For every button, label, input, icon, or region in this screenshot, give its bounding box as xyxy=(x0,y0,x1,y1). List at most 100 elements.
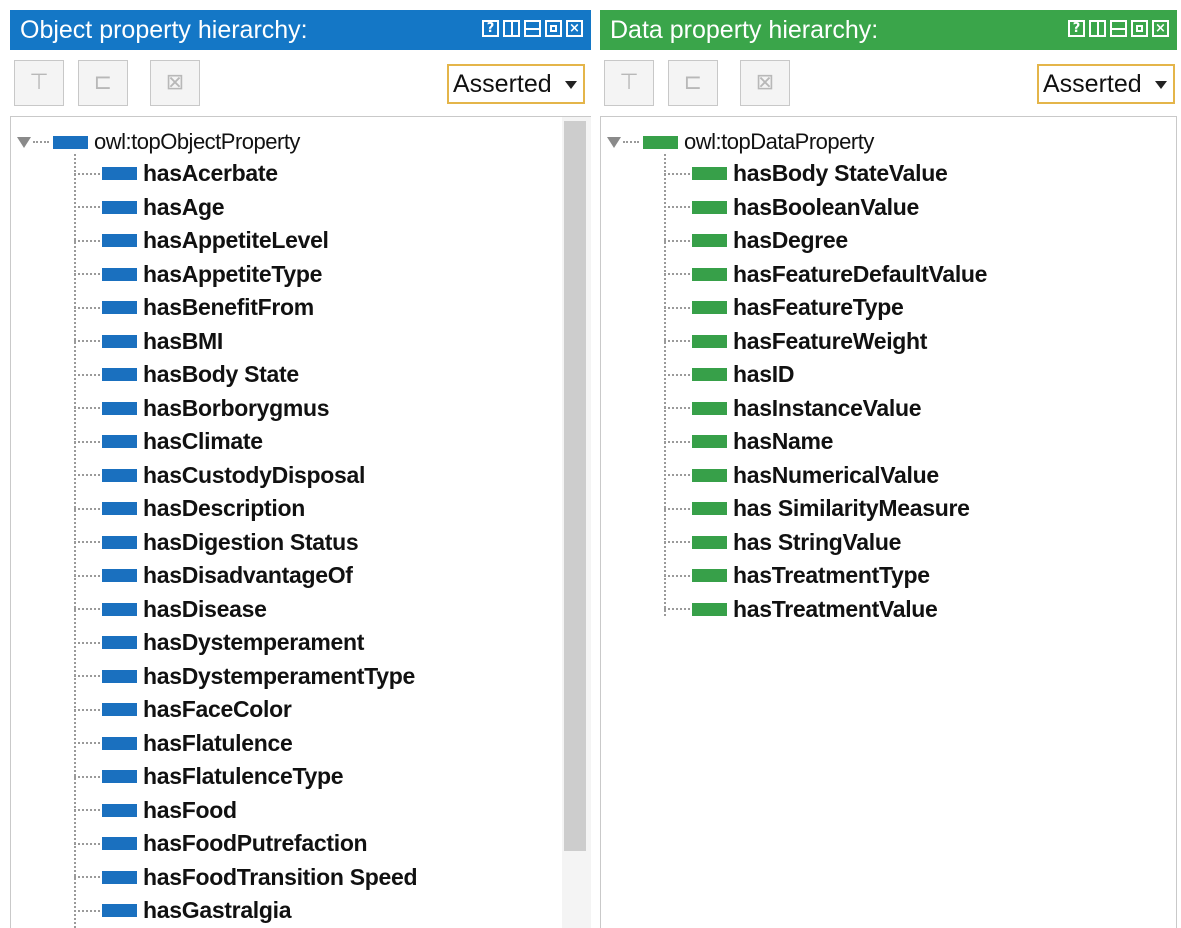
add-subproperty-button[interactable]: ⊤ xyxy=(14,60,64,106)
view-select[interactable]: Asserted xyxy=(1037,64,1175,104)
add-subproperty-icon: ⊤ xyxy=(29,70,49,95)
add-sibling-property-button[interactable]: ⊏ xyxy=(78,60,128,106)
chevron-down-icon xyxy=(1155,81,1167,89)
help-icon[interactable]: ? xyxy=(482,20,499,37)
tree-item[interactable]: hasFeatureType xyxy=(664,291,987,325)
object-property-icon xyxy=(102,669,137,683)
tree-item[interactable]: hasFaceColor xyxy=(74,693,417,727)
tree-item[interactable]: hasDystemperament xyxy=(74,626,417,660)
tree-item[interactable]: hasFoodPutrefaction xyxy=(74,827,417,861)
add-subproperty-button[interactable]: ⊤ xyxy=(604,60,654,106)
split-icon[interactable] xyxy=(1089,20,1106,37)
object-property-icon xyxy=(53,135,88,149)
tree-item[interactable]: hasDigestion Status xyxy=(74,526,417,560)
tree-item[interactable]: hasTreatmentType xyxy=(664,559,987,593)
tree-item[interactable]: hasAge xyxy=(74,191,417,225)
maximize-icon[interactable] xyxy=(545,20,562,37)
object-property-icon xyxy=(102,870,137,884)
tree-item[interactable]: hasBody StateValue xyxy=(664,157,987,191)
tree-item[interactable]: hasFlatulence xyxy=(74,727,417,761)
expand-triangle-icon[interactable] xyxy=(607,136,621,148)
object-property-icon xyxy=(102,703,137,717)
tree-item-label: hasDigestion Status xyxy=(143,528,359,555)
object-property-icon xyxy=(102,368,137,382)
object-property-icon xyxy=(102,401,137,415)
expand-triangle-icon[interactable] xyxy=(17,136,31,148)
tree-item[interactable]: hasDescription xyxy=(74,492,417,526)
data-property-icon xyxy=(692,301,727,315)
tree-item[interactable]: hasInstanceValue xyxy=(664,392,987,426)
object-property-tree: owl:topObjectProperty hasAcerbate hasAge h… xyxy=(10,116,591,928)
add-sibling-property-button[interactable]: ⊏ xyxy=(668,60,718,106)
tree-item[interactable]: hasAppetiteType xyxy=(74,258,417,292)
tree-item[interactable]: hasDystemperamentType xyxy=(74,660,417,694)
object-panel-titlebar: Object property hierarchy: ? × xyxy=(10,10,591,50)
split-icon[interactable] xyxy=(503,20,520,37)
object-property-icon xyxy=(102,435,137,449)
object-property-icon xyxy=(102,535,137,549)
tree-item[interactable]: has StringValue xyxy=(664,526,987,560)
minimize-icon[interactable] xyxy=(524,20,541,37)
tree-item[interactable]: hasNumericalValue xyxy=(664,459,987,493)
tree-item[interactable]: hasFoodTransition Speed xyxy=(74,861,418,895)
add-subproperty-icon: ⊤ xyxy=(619,70,639,95)
tree-item[interactable]: hasFeatureWeight xyxy=(664,325,987,359)
tree-item[interactable]: hasFeatureDefaultValue xyxy=(664,258,987,292)
tree-item-label: hasAge xyxy=(143,193,225,220)
tree-item[interactable]: hasDisease xyxy=(74,593,417,627)
object-property-icon xyxy=(102,200,137,214)
tree-item[interactable]: hasAppetiteLevel xyxy=(74,224,417,258)
tree-item[interactable]: hasName xyxy=(664,425,987,459)
tree-item[interactable]: hasDegree xyxy=(664,224,987,258)
delete-property-button[interactable]: ⊠ xyxy=(150,60,200,106)
tree-item[interactable]: hasAcerbate xyxy=(74,157,417,191)
tree-item[interactable]: hasTreatmentValue xyxy=(664,593,987,627)
tree-item-label: hasGastralgia xyxy=(143,897,292,924)
data-property-icon xyxy=(643,135,678,149)
tree-item-label: hasFlatulenceType xyxy=(143,763,344,790)
tree-root[interactable]: owl:topDataProperty xyxy=(607,127,874,157)
tree-item[interactable]: hasClimate xyxy=(74,425,417,459)
object-property-icon xyxy=(102,636,137,650)
tree-root-label: owl:topObjectProperty xyxy=(94,129,300,154)
tree-item-label: hasTreatmentValue xyxy=(733,595,938,622)
delete-property-button[interactable]: ⊠ xyxy=(740,60,790,106)
data-property-icon xyxy=(692,234,727,248)
tree-item-label: hasAppetiteLevel xyxy=(143,227,329,254)
tree-item[interactable]: hasBody State xyxy=(74,358,417,392)
tree-item-label: hasFaceColor xyxy=(143,696,292,723)
maximize-icon[interactable] xyxy=(1131,20,1148,37)
object-property-icon xyxy=(102,502,137,516)
object-property-icon xyxy=(102,569,137,583)
object-property-icon xyxy=(102,904,137,918)
tree-item[interactable]: hasCustodyDisposal xyxy=(74,459,417,493)
tree-item[interactable]: hasBooleanValue xyxy=(664,191,987,225)
tree-item-label: hasDisease xyxy=(143,595,267,622)
tree-item[interactable]: hasFlatulenceType xyxy=(74,760,417,794)
tree-item-label: hasFoodTransition Speed xyxy=(143,863,418,890)
tree-item-label: hasDystemperamentType xyxy=(143,662,415,689)
tree-item[interactable]: hasGastralgia xyxy=(74,894,417,928)
tree-item-label: hasBody StateValue xyxy=(733,160,948,187)
delete-property-icon: ⊠ xyxy=(755,70,775,95)
tree-root[interactable]: owl:topObjectProperty xyxy=(17,127,300,157)
tree-item[interactable]: has SimilarityMeasure xyxy=(664,492,987,526)
help-icon[interactable]: ? xyxy=(1068,20,1085,37)
view-select[interactable]: Asserted xyxy=(447,64,585,104)
data-property-icon xyxy=(692,535,727,549)
tree-item[interactable]: hasBMI xyxy=(74,325,417,359)
scrollbar-thumb[interactable] xyxy=(564,121,586,851)
object-property-icon xyxy=(102,334,137,348)
tree-item[interactable]: hasBorborygmus xyxy=(74,392,417,426)
tree-item-label: hasName xyxy=(733,428,834,455)
tree-item[interactable]: hasDisadvantageOf xyxy=(74,559,417,593)
tree-item[interactable]: hasFood xyxy=(74,794,417,828)
close-icon[interactable]: × xyxy=(1152,20,1169,37)
minimize-icon[interactable] xyxy=(1110,20,1127,37)
tree-item[interactable]: hasID xyxy=(664,358,987,392)
close-icon[interactable]: × xyxy=(566,20,583,37)
tree-item[interactable]: hasBenefitFrom xyxy=(74,291,417,325)
tree-item-label: hasBenefitFrom xyxy=(143,294,314,321)
vertical-scrollbar[interactable] xyxy=(562,117,591,928)
tree-item-label: hasAppetiteType xyxy=(143,260,323,287)
